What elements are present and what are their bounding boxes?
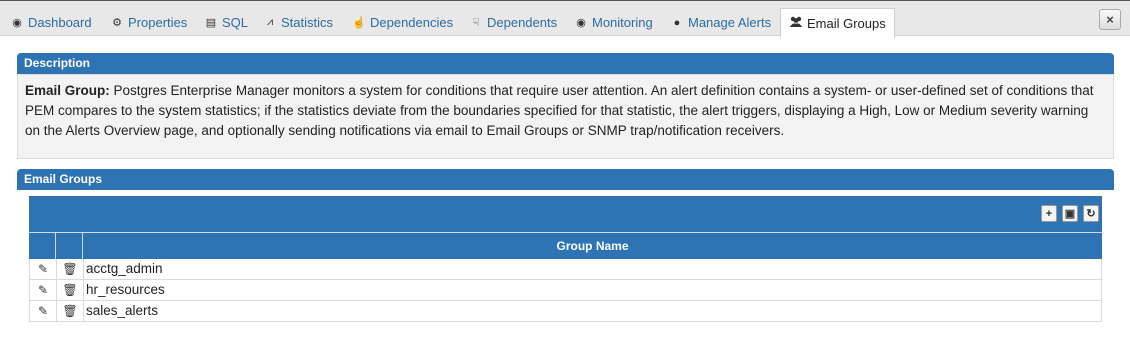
- line-chart-icon: ⩘: [266, 16, 274, 28]
- tab-label: Dependencies: [370, 15, 454, 30]
- add-icon[interactable]: +: [1041, 205, 1057, 222]
- edit-column-header: [29, 233, 56, 259]
- tab-label: Email Groups: [807, 16, 886, 31]
- description-body: Email Group: Postgres Enterprise Manager…: [17, 74, 1114, 159]
- edit-icon[interactable]: ✎: [30, 301, 57, 321]
- tab-properties[interactable]: ⚙ Properties: [110, 8, 187, 37]
- tab-statistics[interactable]: ⩘ Statistics: [263, 8, 333, 37]
- users-icon: [789, 16, 803, 31]
- tab-sql[interactable]: ▤ SQL: [204, 8, 248, 37]
- tab-label: SQL: [222, 15, 249, 30]
- description-header: Description: [17, 53, 1114, 74]
- table-row[interactable]: ✎ 🗑 sales_alerts: [29, 301, 1102, 322]
- group-name-cell: sales_alerts: [86, 303, 159, 318]
- table-row[interactable]: ✎ 🗑 acctg_admin: [29, 259, 1102, 280]
- tab-dashboard[interactable]: ◉ Dashboard: [10, 8, 92, 37]
- delete-column-header: [56, 233, 83, 259]
- close-icon[interactable]: ×: [1099, 9, 1121, 30]
- tab-manage-alerts[interactable]: ● Manage Alerts: [670, 8, 771, 37]
- tab-dependents[interactable]: ☟ Dependents: [469, 8, 557, 37]
- tab-label: Dashboard: [28, 15, 92, 30]
- edit-icon[interactable]: ✎: [30, 280, 57, 300]
- group-name-column-header[interactable]: Group Name: [83, 233, 1102, 259]
- group-name-cell: hr_resources: [86, 282, 165, 297]
- trash-icon[interactable]: 🗑: [57, 301, 84, 321]
- refresh-icon[interactable]: ↻: [1083, 205, 1099, 222]
- group-name-cell: acctg_admin: [86, 261, 163, 276]
- dashboard-icon: ◉: [12, 17, 22, 29]
- tab-label: Manage Alerts: [688, 15, 772, 30]
- tab-dependencies[interactable]: ☝ Dependencies: [352, 8, 453, 37]
- tab-label: Statistics: [281, 15, 334, 30]
- tab-label: Properties: [128, 15, 188, 30]
- tab-label: Dependents: [487, 15, 558, 30]
- trash-icon[interactable]: 🗑: [57, 280, 84, 300]
- hand-pointer-icon: ☟: [472, 17, 480, 29]
- cogs-icon: ⚙: [112, 17, 122, 29]
- tab-bar: ◉ Dashboard ⚙ Properties ▤ SQL ⩘ Statist…: [0, 0, 1130, 38]
- grid-header: Group Name: [29, 232, 1102, 259]
- grid-toolbar: + ▣ ↻: [29, 196, 1102, 232]
- table-row[interactable]: ✎ 🗑 hr_resources: [29, 280, 1102, 301]
- description-text: Postgres Enterprise Manager monitors a s…: [25, 83, 1094, 138]
- hand-pointer-icon: ☝: [352, 17, 366, 29]
- tab-monitoring[interactable]: ◉ Monitoring: [574, 8, 653, 37]
- save-icon[interactable]: ▣: [1062, 205, 1078, 222]
- tab-email-groups[interactable]: Email Groups: [780, 8, 895, 38]
- email-groups-header: Email Groups: [17, 169, 1114, 190]
- tab-label: Monitoring: [592, 15, 653, 30]
- file-icon: ▤: [205, 17, 217, 29]
- edit-icon[interactable]: ✎: [30, 259, 57, 279]
- description-term: Email Group:: [25, 83, 110, 98]
- dashboard-icon: ◉: [576, 17, 586, 29]
- trash-icon[interactable]: 🗑: [57, 259, 84, 279]
- globe-icon: ●: [673, 16, 681, 29]
